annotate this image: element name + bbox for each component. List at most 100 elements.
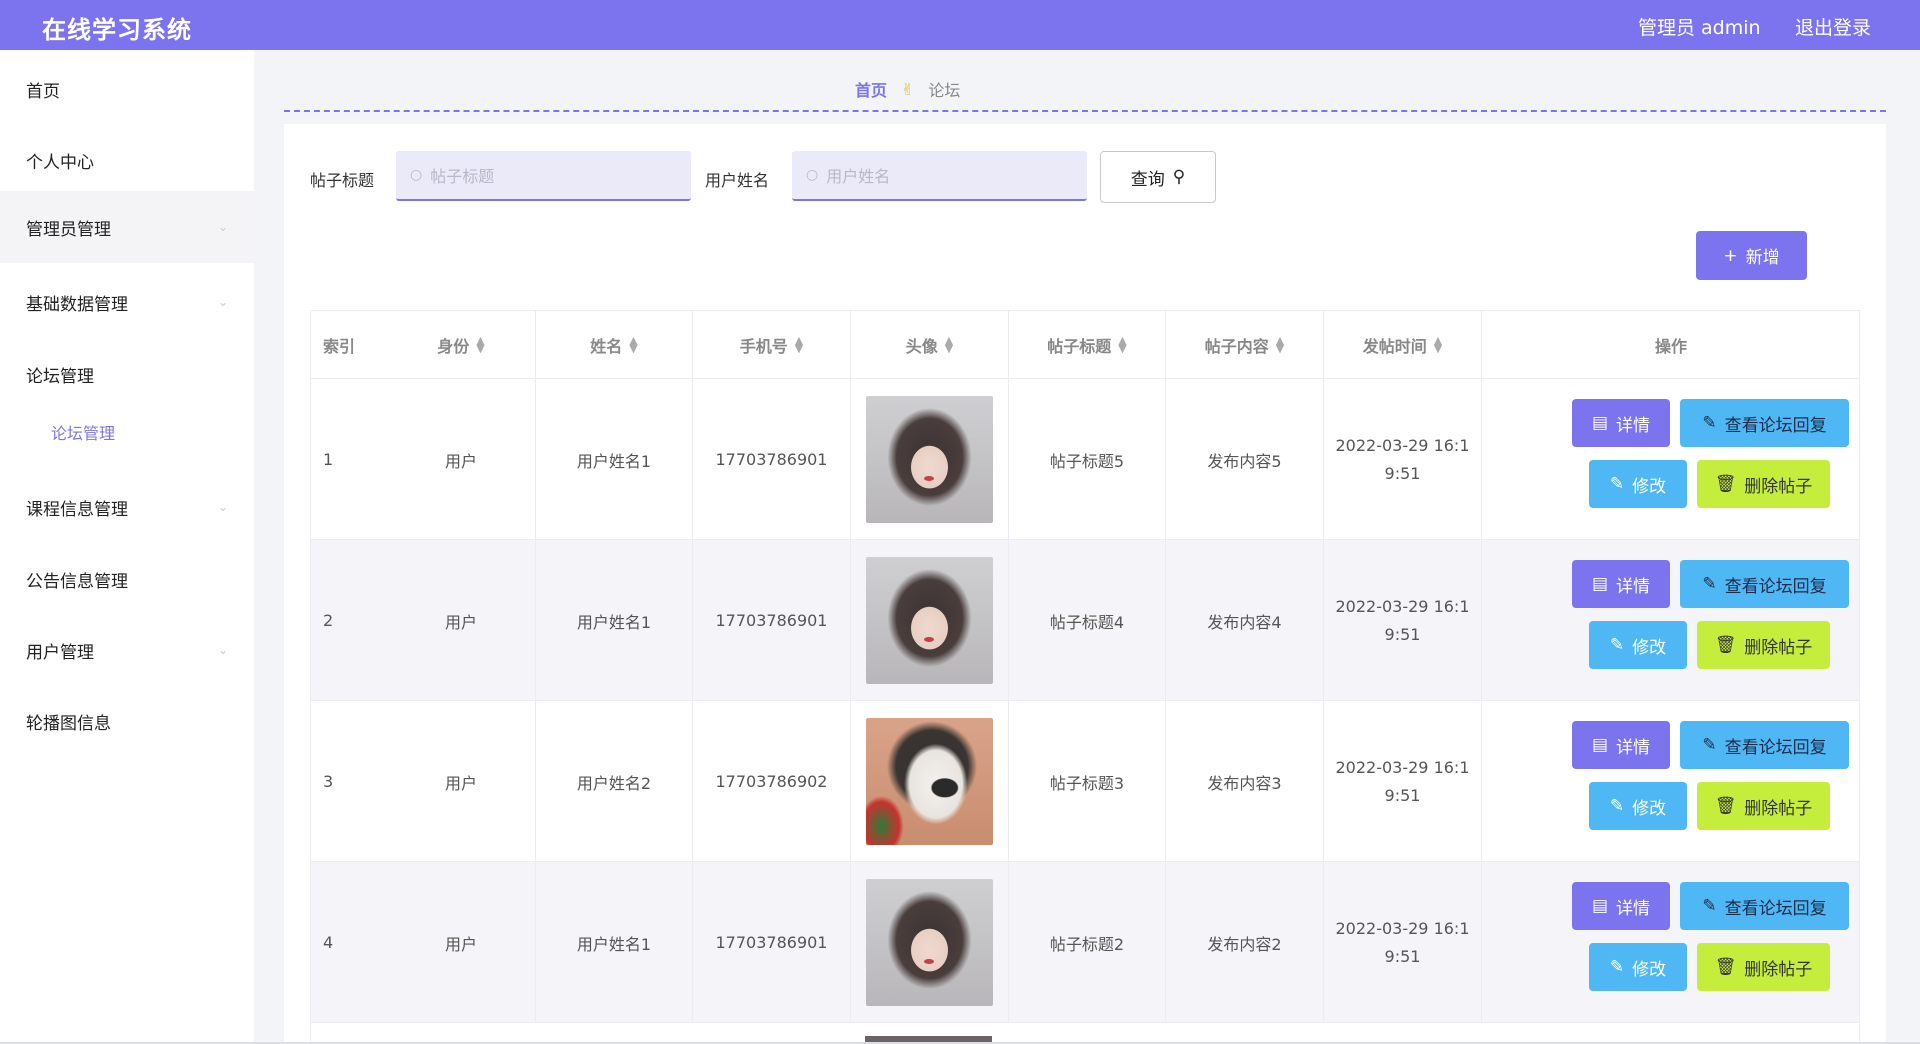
column-header-avatar[interactable]: 头像 ▲ ▼ <box>851 311 1009 379</box>
delete-post-button[interactable]: 🗑 删除帖子 <box>1697 782 1830 830</box>
query-button[interactable]: 查询 ⚲ <box>1100 151 1216 203</box>
column-header-operations: 操作 <box>1482 311 1859 379</box>
delete-post-button[interactable]: 🗑 删除帖子 <box>1697 621 1830 669</box>
detail-button-label: 详情 <box>1616 415 1651 436</box>
delete-post-button-label: 删除帖子 <box>1744 637 1813 658</box>
edit-button-label: 修改 <box>1632 959 1667 980</box>
avatar-image[interactable] <box>866 396 993 523</box>
cell-content: 发布内容4 <box>1166 540 1324 701</box>
sidebar-item-label: 用户管理 <box>26 642 94 663</box>
delete-post-button[interactable]: 🗑 删除帖子 <box>1697 460 1830 508</box>
cell-content: 发布内容3 <box>1166 701 1324 862</box>
sidebar-subitem-forum[interactable]: 论坛管理 <box>0 407 254 457</box>
cell-title-text: 帖子标题5 <box>1049 451 1125 471</box>
cell-avatar <box>851 379 1009 540</box>
column-header-label: 操作 <box>1654 337 1687 356</box>
sidebar-item-notice[interactable]: 公告信息管理 <box>0 548 254 610</box>
sort-icon[interactable]: ▲ ▼ <box>1276 335 1284 354</box>
detail-button[interactable]: ▤ 详情 <box>1572 560 1670 608</box>
edit-button[interactable]: ✎ 修改 <box>1589 943 1687 991</box>
avatar-image[interactable] <box>866 718 993 845</box>
top-bar: 在线学习系统 管理员 admin 退出登录 <box>0 0 1920 50</box>
post-time-line2: 9:51 <box>1384 946 1421 966</box>
column-header-identity[interactable]: 身份 ▲ ▼ <box>387 311 536 379</box>
trash-icon: 🗑 <box>1714 635 1737 655</box>
sidebar-item-carousel[interactable]: 轮播图信息 <box>0 690 254 752</box>
cell-index-text: 3 <box>323 772 334 791</box>
view-reply-button[interactable]: ✎ 查看论坛回复 <box>1680 399 1849 447</box>
cell-title: 帖子标题4 <box>1009 540 1166 701</box>
edit-button[interactable]: ✎ 修改 <box>1589 782 1687 830</box>
view-reply-button[interactable]: ✎ 查看论坛回复 <box>1680 560 1849 608</box>
column-header-name[interactable]: 姓名 ▲ ▼ <box>536 311 693 379</box>
cell-ops: ▤ 详情 ✎ 查看论坛回复 ✎ 修改 🗑 删除帖子 <box>1482 701 1859 862</box>
sidebar-item-label: 公告信息管理 <box>26 571 128 592</box>
detail-button[interactable]: ▤ 详情 <box>1572 882 1670 930</box>
cell-name: 用户姓名1 <box>536 862 693 1023</box>
sort-icon[interactable]: ▲ ▼ <box>1118 335 1126 354</box>
cell-ops: ▤ 详情 ✎ 查看论坛回复 ✎ 修改 🗑 删除帖子 <box>1482 862 1859 1023</box>
cell-content: 发布内容2 <box>1166 862 1324 1023</box>
delete-post-button[interactable]: 🗑 删除帖子 <box>1697 943 1830 991</box>
detail-button[interactable]: ▤ 详情 <box>1572 721 1670 769</box>
add-button[interactable]: + 新增 <box>1696 231 1807 280</box>
view-reply-button[interactable]: ✎ 查看论坛回复 <box>1680 721 1849 769</box>
delete-post-button-label: 删除帖子 <box>1744 798 1813 819</box>
cell-title-text: 帖子标题2 <box>1049 934 1125 954</box>
user-search-placeholder: 用户姓名 <box>826 167 891 186</box>
edit-button[interactable]: ✎ 修改 <box>1589 621 1687 669</box>
logout-link[interactable]: 退出登录 <box>1795 13 1871 40</box>
sidebar-item-profile[interactable]: 个人中心 <box>0 129 254 191</box>
sidebar-item-admin[interactable]: 管理员管理 ⌄ <box>0 191 254 263</box>
edit-button[interactable]: ✎ 修改 <box>1589 460 1687 508</box>
detail-button[interactable]: ▤ 详情 <box>1572 399 1670 447</box>
sort-icon[interactable]: ▲ ▼ <box>945 335 953 354</box>
avatar-image[interactable] <box>866 557 993 684</box>
cell-time: 2022-03-29 16:1 9:51 <box>1324 379 1482 540</box>
edit-icon: ✎ <box>1609 635 1625 655</box>
column-header-title[interactable]: 帖子标题 ▲ ▼ <box>1009 311 1166 379</box>
column-header-time[interactable]: 发帖时间 ▲ ▼ <box>1324 311 1482 379</box>
cell-time: 2022-03-29 16:1 9:51 <box>1324 862 1482 1023</box>
sidebar-item-forum[interactable]: 论坛管理 <box>0 343 254 405</box>
sort-icon[interactable]: ▲ ▼ <box>795 335 803 354</box>
column-header-label: 手机号 <box>739 337 788 356</box>
cell-phone: 17703786901 <box>693 862 851 1023</box>
document-icon: ▤ <box>1591 574 1609 594</box>
sort-icon[interactable]: ▲ ▼ <box>1434 335 1442 354</box>
avatar-image[interactable] <box>866 879 993 1006</box>
cell-index-text: 2 <box>323 611 334 630</box>
column-header-phone[interactable]: 手机号 ▲ ▼ <box>693 311 851 379</box>
cell-avatar <box>851 540 1009 701</box>
user-search-input[interactable]: ○ 用户姓名 <box>792 151 1087 201</box>
breadcrumb-home[interactable]: 首页 <box>855 77 887 101</box>
cell-phone: 17703786902 <box>693 701 851 862</box>
sidebar-item-basic-data[interactable]: 基础数据管理 ⌄ <box>0 271 254 333</box>
sort-icon[interactable]: ▲ ▼ <box>629 335 637 354</box>
edit-icon: ✎ <box>1702 896 1717 916</box>
sort-icon[interactable]: ▲ ▼ <box>476 335 484 354</box>
column-header-label: 帖子内容 <box>1204 337 1269 356</box>
table-row: 3 用户 用户姓名2 17703786902 帖子标题3 发布内容3 2022-03-29 … <box>311 701 1859 862</box>
edit-button-label: 修改 <box>1632 798 1667 819</box>
view-reply-button-label: 查看论坛回复 <box>1724 737 1827 758</box>
column-header-label: 发帖时间 <box>1362 337 1427 356</box>
post-time-line1: 2022-03-29 16:1 <box>1335 918 1470 938</box>
sidebar-item-home[interactable]: 首页 <box>0 58 254 120</box>
admin-label: 管理员 admin <box>1638 17 1761 39</box>
sidebar-item-course[interactable]: 课程信息管理 ⌄ <box>0 476 254 538</box>
view-reply-button[interactable]: ✎ 查看论坛回复 <box>1680 882 1849 930</box>
cell-index: 2 <box>311 540 387 701</box>
column-header-content[interactable]: 帖子内容 ▲ ▼ <box>1166 311 1324 379</box>
post-time-line2: 9:51 <box>1384 785 1421 805</box>
cell-time: 2022-03-29 16:1 9:51 <box>1324 701 1482 862</box>
cell-content-text: 发布内容5 <box>1207 451 1282 471</box>
title-search-input[interactable]: ○ 帖子标题 <box>396 151 691 201</box>
sidebar-item-label: 个人中心 <box>26 152 94 173</box>
cell-index: 4 <box>311 862 387 1023</box>
edit-icon: ✎ <box>1702 574 1717 594</box>
cell-name: 用户姓名1 <box>536 379 693 540</box>
title-search-label: 帖子标题 <box>310 171 375 190</box>
cell-title: 帖子标题2 <box>1009 862 1166 1023</box>
sidebar-item-users[interactable]: 用户管理 ⌄ <box>0 619 254 681</box>
